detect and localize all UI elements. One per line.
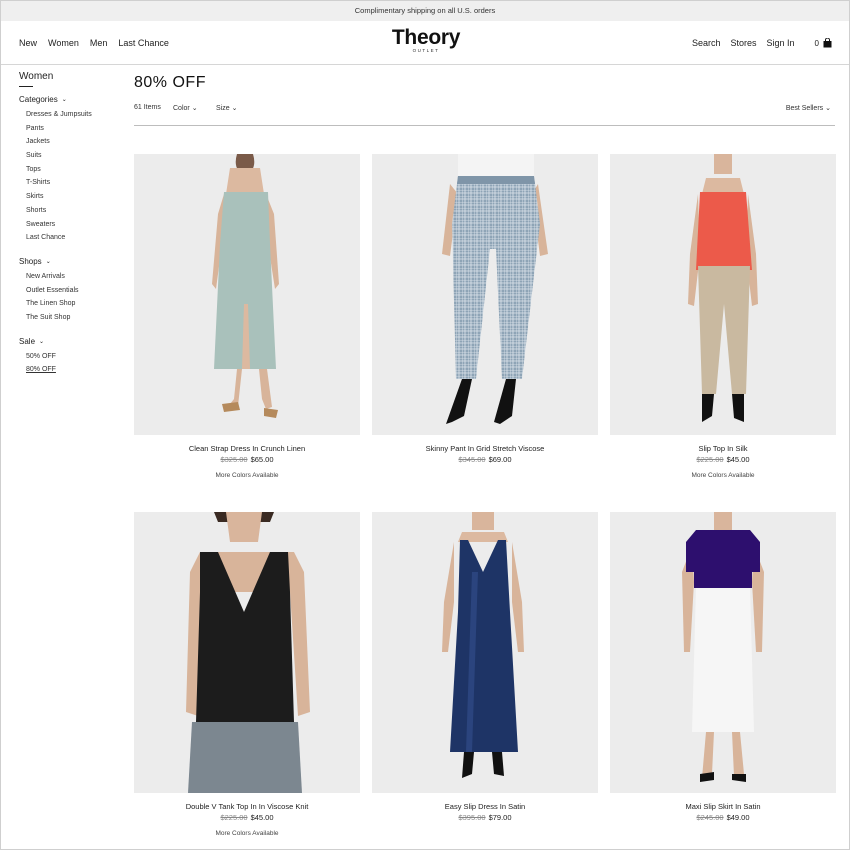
- shopping-bag-button[interactable]: 0: [805, 38, 832, 48]
- sidebar-item-t-shirts[interactable]: T-Shirts: [26, 176, 124, 190]
- sidebar-item-outlet-essentials[interactable]: Outlet Essentials: [26, 284, 124, 298]
- nav-new[interactable]: New: [19, 38, 37, 48]
- more-colors-label: More Colors Available: [215, 472, 279, 479]
- item-count: 61 Items: [134, 104, 161, 111]
- product-card[interactable]: Maxi Slip Skirt In Satin $245.00 $49.00: [610, 512, 836, 830]
- color-filter[interactable]: Color ⌄: [173, 104, 198, 112]
- sidebar-item-jackets[interactable]: Jackets: [26, 135, 124, 149]
- original-price: $325.00: [220, 455, 248, 464]
- sidebar-item-skirts[interactable]: Skirts: [26, 190, 124, 204]
- sidebar-item-linen-shop[interactable]: The Linen Shop: [26, 297, 124, 311]
- theory-logo[interactable]: Theory OUTLET: [384, 26, 468, 54]
- product-price: $325.00 $65.00: [134, 455, 360, 464]
- stores-link[interactable]: Stores: [731, 38, 757, 48]
- product-price: $245.00 $49.00: [610, 813, 836, 822]
- product-card[interactable]: Skinny Pant In Grid Stretch Viscose $345…: [372, 154, 598, 472]
- product-image[interactable]: [610, 512, 836, 793]
- product-name[interactable]: Maxi Slip Skirt In Satin: [610, 802, 836, 811]
- more-colors-label: More Colors Available: [691, 472, 755, 479]
- sidebar: Women Categories ⌄ Dresses & Jumpsuits P…: [19, 71, 124, 377]
- product-name[interactable]: Clean Strap Dress In Crunch Linen: [134, 444, 360, 453]
- original-price: $245.00: [696, 813, 724, 822]
- sidebar-item-80-off[interactable]: 80% OFF: [26, 363, 124, 377]
- sidebar-item-suit-shop[interactable]: The Suit Shop: [26, 311, 124, 325]
- sidebar-title-underline: [19, 86, 33, 87]
- sidebar-item-suits[interactable]: Suits: [26, 149, 124, 163]
- product-price: $395.00 $79.00: [372, 813, 598, 822]
- site-header: New Women Men Last Chance Theory OUTLET …: [1, 21, 849, 65]
- sidebar-item-sweaters[interactable]: Sweaters: [26, 218, 124, 232]
- more-colors-label: More Colors Available: [215, 830, 279, 837]
- categories-toggle[interactable]: Categories ⌄: [19, 95, 124, 104]
- chevron-down-icon: ⌄: [825, 105, 831, 112]
- sidebar-item-50-off[interactable]: 50% OFF: [26, 350, 124, 364]
- shops-label: Shops: [19, 256, 42, 266]
- product-image[interactable]: [134, 512, 360, 793]
- sidebar-item-pants[interactable]: Pants: [26, 122, 124, 136]
- chevron-down-icon: ⌄: [39, 338, 45, 345]
- sidebar-item-shorts[interactable]: Shorts: [26, 204, 124, 218]
- product-name[interactable]: Skinny Pant In Grid Stretch Viscose: [372, 444, 598, 453]
- nav-women[interactable]: Women: [48, 38, 79, 48]
- original-price: $395.00: [458, 813, 486, 822]
- product-price: $225.00 $45.00: [134, 813, 360, 822]
- shops-toggle[interactable]: Shops ⌄: [19, 257, 124, 266]
- filter-divider: [134, 125, 835, 126]
- search-link[interactable]: Search: [692, 38, 721, 48]
- sidebar-item-dresses[interactable]: Dresses & Jumpsuits: [26, 108, 124, 122]
- primary-nav: New Women Men Last Chance: [19, 38, 180, 48]
- sale-price: $45.00: [250, 813, 274, 822]
- page-title: 80% OFF: [134, 74, 206, 91]
- sort-label: Best Sellers: [785, 105, 824, 112]
- product-name[interactable]: Easy Slip Dress In Satin: [372, 802, 598, 811]
- product-card[interactable]: Double V Tank Top In In Viscose Knit $22…: [134, 512, 360, 837]
- promo-banner: Complimentary shipping on all U.S. order…: [1, 1, 849, 21]
- sale-price: $49.00: [726, 813, 750, 822]
- size-filter[interactable]: Size ⌄: [216, 104, 237, 112]
- sale-price: $69.00: [488, 455, 512, 464]
- nav-last-chance[interactable]: Last Chance: [118, 38, 169, 48]
- product-image[interactable]: [610, 154, 836, 435]
- product-card[interactable]: Easy Slip Dress In Satin $395.00 $79.00: [372, 512, 598, 830]
- product-image[interactable]: [134, 154, 360, 435]
- sale-price: $65.00: [250, 455, 274, 464]
- product-card[interactable]: Slip Top In Silk $225.00 $45.00 More Colo…: [610, 154, 836, 479]
- shopping-bag-icon: [823, 38, 832, 48]
- product-image[interactable]: [372, 154, 598, 435]
- sidebar-item-last-chance[interactable]: Last Chance: [26, 231, 124, 245]
- original-price: $225.00: [696, 455, 724, 464]
- product-price: $225.00 $45.00: [610, 455, 836, 464]
- nav-men[interactable]: Men: [90, 38, 108, 48]
- sale-price: $79.00: [488, 813, 512, 822]
- bag-count: 0: [814, 38, 819, 48]
- sort-dropdown[interactable]: Best Sellers ⌄: [786, 104, 831, 112]
- sign-in-link[interactable]: Sign In: [767, 38, 795, 48]
- sidebar-title: Women: [19, 71, 54, 82]
- chevron-down-icon: ⌄: [61, 97, 67, 103]
- size-filter-label: Size: [216, 105, 230, 112]
- original-price: $225.00: [220, 813, 248, 822]
- product-image[interactable]: [372, 512, 598, 793]
- sale-label: Sale: [19, 336, 36, 346]
- product-name[interactable]: Double V Tank Top In In Viscose Knit: [134, 802, 360, 811]
- chevron-down-icon: ⌄: [45, 258, 51, 265]
- product-price: $345.00 $69.00: [372, 455, 598, 464]
- categories-label: Categories: [19, 95, 58, 104]
- sale-toggle[interactable]: Sale ⌄: [19, 337, 124, 346]
- logo-wordmark: Theory: [391, 26, 461, 49]
- sale-price: $45.00: [726, 455, 750, 464]
- sidebar-item-new-arrivals[interactable]: New Arrivals: [26, 270, 124, 284]
- sidebar-item-tops[interactable]: Tops: [26, 163, 124, 177]
- chevron-down-icon: ⌄: [231, 105, 238, 112]
- color-filter-label: Color: [173, 105, 190, 112]
- chevron-down-icon: ⌄: [191, 105, 198, 112]
- product-card[interactable]: Clean Strap Dress In Crunch Linen $325.0…: [134, 154, 360, 479]
- original-price: $345.00: [458, 455, 486, 464]
- utility-nav: Search Stores Sign In 0: [682, 38, 832, 48]
- product-name[interactable]: Slip Top In Silk: [610, 444, 836, 453]
